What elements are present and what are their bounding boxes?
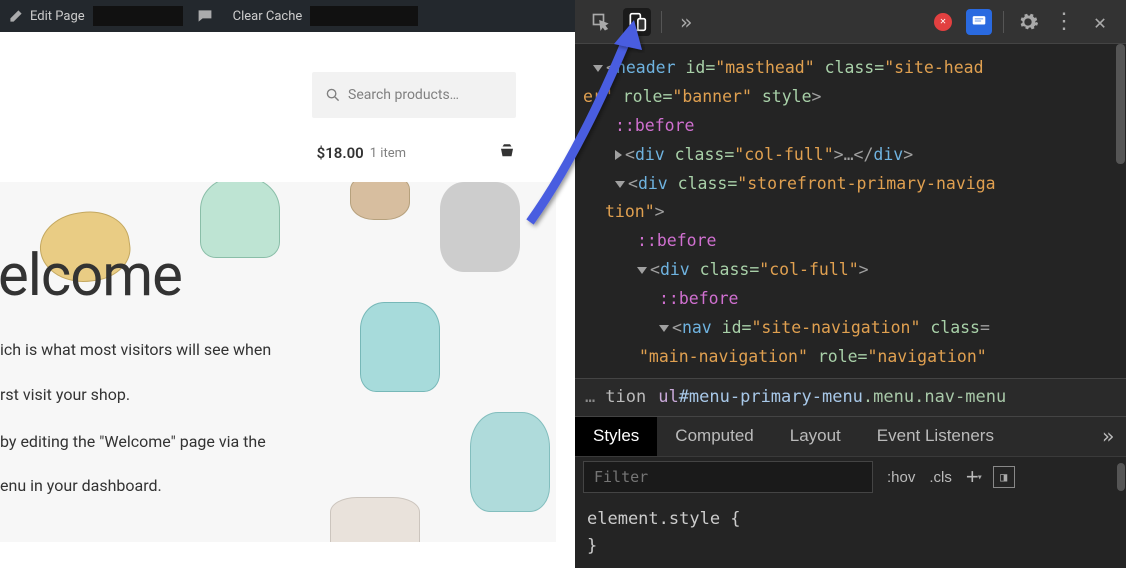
- breadcrumb-seg: tion: [605, 387, 646, 407]
- messages-badge[interactable]: [965, 8, 993, 36]
- settings-icon[interactable]: [1014, 8, 1042, 36]
- elements-tree[interactable]: <header id="masthead" class="site-head e…: [575, 44, 1126, 378]
- breadcrumb-ellipsis: …: [585, 387, 595, 407]
- cart-total: $18.00: [317, 144, 364, 162]
- elements-scrollbar[interactable]: [1116, 44, 1125, 164]
- edit-page-label: Edit Page: [30, 9, 85, 24]
- clear-cache-input[interactable]: [310, 6, 418, 26]
- styles-scrollbar[interactable]: [1117, 463, 1125, 491]
- cart-item-count: 1 item: [370, 146, 406, 161]
- hero-section: elcome ich is what most visitors will se…: [0, 182, 556, 542]
- edit-page-link[interactable]: Edit Page: [8, 6, 183, 26]
- breadcrumb-id: #menu-primary-menu: [679, 387, 863, 407]
- errors-badge[interactable]: ✕: [929, 8, 957, 36]
- devtools-toolbar: » ✕ ⋮ ✕: [575, 0, 1126, 44]
- doodle-bag: [350, 182, 410, 220]
- breadcrumb-tag: ul: [658, 387, 678, 407]
- tabs-more-icon[interactable]: »: [1090, 424, 1126, 448]
- doodle-tee: [330, 497, 420, 542]
- search-placeholder: Search products…: [348, 87, 459, 103]
- hero-title: elcome: [0, 242, 554, 310]
- hero-paragraph-1a: ich is what most visitors will see when: [0, 338, 556, 363]
- tab-computed[interactable]: Computed: [657, 417, 771, 456]
- product-search[interactable]: Search products…: [312, 72, 516, 118]
- styles-filter-input[interactable]: [583, 461, 873, 493]
- comments-link[interactable]: [197, 8, 219, 24]
- edit-page-input[interactable]: [93, 6, 183, 26]
- cls-toggle[interactable]: .cls: [929, 469, 952, 486]
- kebab-icon[interactable]: ⋮: [1050, 8, 1078, 36]
- mini-cart[interactable]: $18.00 1 item: [0, 118, 556, 182]
- inspect-icon[interactable]: [587, 8, 615, 36]
- tab-layout[interactable]: Layout: [772, 417, 859, 456]
- site-viewport: Search products… $18.00 1 item elcome ic…: [0, 32, 556, 568]
- close-devtools-icon[interactable]: ✕: [1086, 8, 1114, 36]
- tab-styles[interactable]: Styles: [575, 417, 657, 456]
- styles-filter-row: :hov .cls + ▾ ◨: [575, 456, 1126, 498]
- more-tabs-icon[interactable]: »: [672, 8, 700, 36]
- clear-cache-label: Clear Cache: [233, 9, 303, 24]
- hero-paragraph-1b: rst visit your shop.: [0, 383, 556, 408]
- doodle-hoodie: [470, 412, 550, 512]
- breadcrumb-class: .menu.nav-menu: [863, 387, 1006, 407]
- device-toggle-icon[interactable]: [623, 8, 651, 36]
- pencil-icon: [8, 8, 24, 24]
- tab-event-listeners[interactable]: Event Listeners: [859, 417, 1012, 456]
- styles-tabs: Styles Computed Layout Event Listeners »: [575, 416, 1126, 456]
- styles-body[interactable]: element.style { }: [575, 498, 1126, 568]
- hov-toggle[interactable]: :hov: [887, 469, 915, 486]
- doodle-polo: [360, 302, 440, 392]
- toggle-panel-icon[interactable]: ◨: [993, 466, 1015, 488]
- comment-icon: [197, 8, 213, 24]
- clear-cache-link[interactable]: Clear Cache: [233, 6, 419, 26]
- basket-icon: [498, 142, 516, 164]
- devtools-panel: » ✕ ⋮ ✕ <header id="masthead" class="sit…: [575, 0, 1126, 568]
- dom-breadcrumb[interactable]: … tion ul#menu-primary-menu.menu.nav-men…: [575, 378, 1126, 416]
- search-icon: [326, 88, 340, 102]
- rule-close: }: [587, 536, 597, 556]
- rule-selector: element.style: [587, 509, 720, 529]
